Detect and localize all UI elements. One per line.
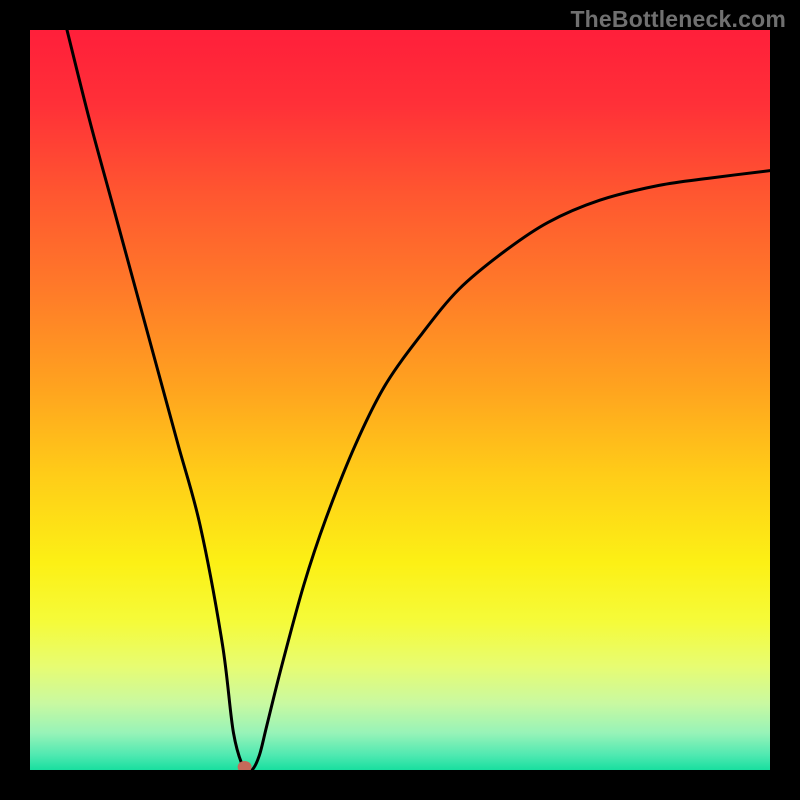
watermark-text: TheBottleneck.com bbox=[570, 6, 786, 33]
chart-frame: TheBottleneck.com bbox=[0, 0, 800, 800]
gradient-background bbox=[30, 30, 770, 770]
bottleneck-chart bbox=[30, 30, 770, 770]
plot-area bbox=[30, 30, 770, 770]
